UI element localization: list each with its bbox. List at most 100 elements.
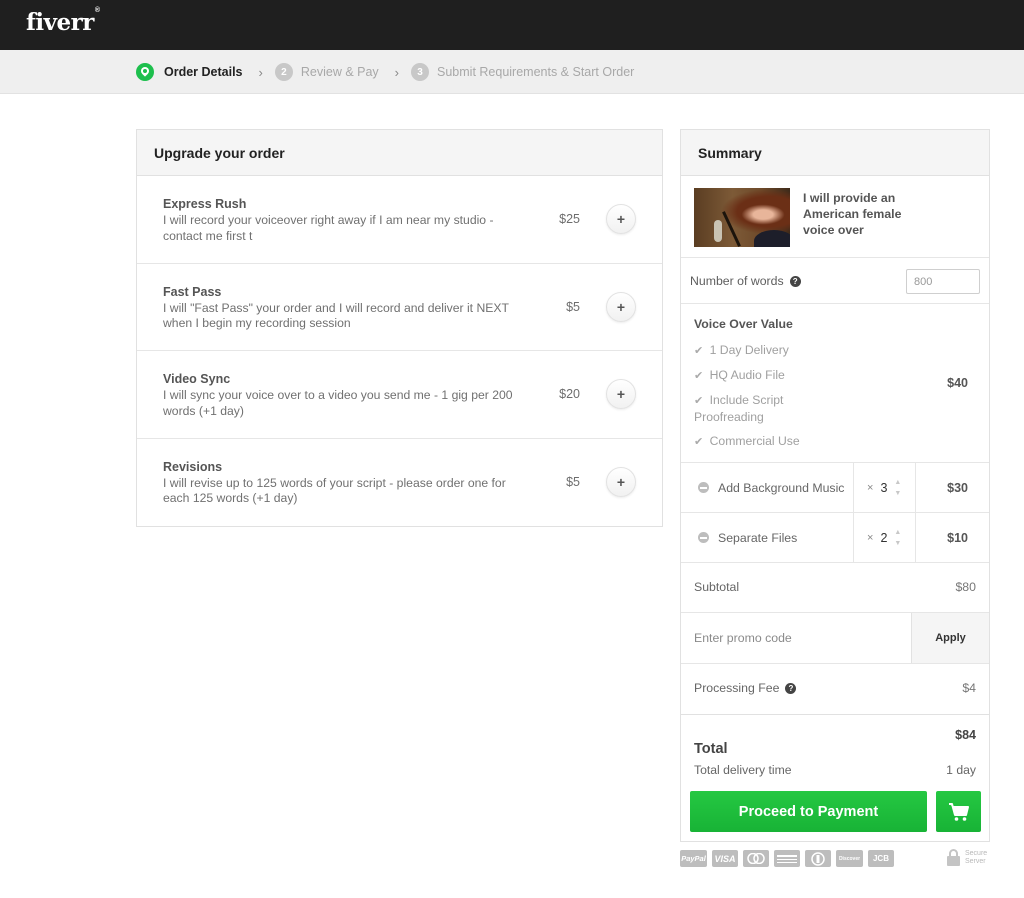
delivery-time-value: 1 day bbox=[946, 763, 976, 777]
chevron-down-icon[interactable]: ▼ bbox=[894, 538, 901, 549]
person-shape bbox=[754, 230, 790, 247]
cart-button[interactable] bbox=[936, 791, 981, 832]
checkout-steps-bar: Order Details › 2 Review & Pay › 3 Submi… bbox=[0, 50, 1024, 94]
mastercard-logo-icon bbox=[743, 850, 769, 867]
quantity-value: 2 bbox=[880, 530, 888, 545]
feature-text: 1 Day Delivery bbox=[709, 343, 789, 357]
extra-name-text: Separate Files bbox=[718, 530, 798, 545]
upgrade-item-title: Video Sync bbox=[163, 372, 231, 386]
diners-circle bbox=[811, 851, 825, 866]
paypal-logo-icon: PayPal bbox=[680, 850, 707, 867]
gig-info: I will provide an American female voice … bbox=[681, 176, 989, 258]
package-feature: ✔ Commercial Use bbox=[694, 433, 824, 450]
remove-extra-icon[interactable] bbox=[698, 482, 709, 493]
plus-icon: + bbox=[616, 473, 626, 490]
amex-logo-icon bbox=[774, 850, 800, 867]
secure-line1: Secure bbox=[965, 849, 988, 857]
feature-text: Include Script Proofreading bbox=[694, 393, 784, 424]
extra-name: Separate Files bbox=[681, 513, 854, 562]
package-price: $40 bbox=[947, 376, 968, 390]
package-title: Voice Over Value bbox=[694, 317, 793, 331]
secure-line2: Server bbox=[965, 857, 986, 865]
upgrade-item: Video Sync I will sync your voice over t… bbox=[137, 351, 662, 439]
subtotal-row: Subtotal $80 bbox=[681, 563, 989, 613]
feature-text: Commercial Use bbox=[709, 434, 800, 448]
remove-extra-icon[interactable] bbox=[698, 532, 709, 543]
chevron-down-icon[interactable]: ▼ bbox=[894, 488, 901, 499]
chevron-up-icon[interactable]: ▲ bbox=[894, 477, 901, 488]
quantity-stepper[interactable]: ▲ ▼ bbox=[894, 477, 901, 499]
quantity-value: 3 bbox=[880, 480, 888, 495]
upgrade-item-description: I will record your voiceover right away … bbox=[163, 213, 494, 243]
upgrade-item-description: I will "Fast Pass" your order and I will… bbox=[163, 300, 509, 331]
plus-icon: + bbox=[616, 211, 626, 227]
upgrade-item-description: I will sync your voice over to a video y… bbox=[163, 388, 513, 418]
summary-title: Summary bbox=[681, 130, 989, 176]
upgrade-item-title: Fast Pass bbox=[163, 284, 222, 299]
upgrade-item: Revisions I will revise up to 125 words … bbox=[137, 439, 662, 527]
add-upgrade-button[interactable]: + bbox=[606, 291, 636, 322]
quantity-stepper[interactable]: ▲ ▼ bbox=[894, 527, 901, 549]
package-section: Voice Over Value ✔ 1 Day Delivery ✔ HQ A… bbox=[681, 304, 989, 463]
number-of-words-label: Number of words ? bbox=[690, 274, 801, 288]
chevron-right-icon: › bbox=[394, 64, 400, 80]
mastercard-circles bbox=[747, 853, 765, 864]
check-icon: ✔ bbox=[694, 370, 704, 382]
step-order-details: Order Details bbox=[136, 63, 243, 81]
extra-price: $10 bbox=[947, 530, 968, 545]
mic-stand-shape bbox=[722, 211, 741, 247]
upgrade-item-price: $20 bbox=[559, 387, 580, 401]
number-of-words-input[interactable] bbox=[906, 269, 980, 294]
upgrade-item-price: $5 bbox=[566, 474, 580, 489]
amex-lines bbox=[777, 854, 797, 863]
total-label: Total bbox=[694, 741, 728, 757]
extra-row: Separate Files × 2 ▲ ▼ $10 bbox=[681, 513, 989, 563]
order-summary-panel: Summary I will provide an American femal… bbox=[680, 129, 990, 842]
check-icon: ✔ bbox=[694, 436, 704, 448]
step-label: Submit Requirements & Start Order bbox=[437, 65, 635, 79]
secure-server-badge: Secure Server bbox=[947, 849, 987, 866]
processing-fee-value: $4 bbox=[962, 681, 976, 695]
add-upgrade-button[interactable]: + bbox=[606, 379, 636, 409]
chevron-up-icon[interactable]: ▲ bbox=[894, 527, 901, 538]
upgrade-item: Express Rush I will record your voiceove… bbox=[137, 176, 662, 264]
gig-thumbnail[interactable] bbox=[694, 188, 790, 247]
step-review-pay: 2 Review & Pay bbox=[274, 63, 379, 81]
processing-fee-row: Processing Fee ? $4 bbox=[681, 664, 989, 715]
proceed-to-payment-button[interactable]: Proceed to Payment bbox=[690, 791, 927, 832]
package-feature: ✔ 1 Day Delivery bbox=[694, 342, 824, 359]
upgrade-item-price: $25 bbox=[559, 212, 580, 226]
delivery-time-label: Total delivery time bbox=[694, 763, 792, 777]
times-icon: × bbox=[867, 481, 874, 494]
promo-code-input[interactable] bbox=[681, 613, 911, 663]
help-icon[interactable]: ? bbox=[785, 682, 797, 694]
extra-quantity: × 2 ▲ ▼ bbox=[854, 513, 916, 562]
upgrade-item-title: Express Rush bbox=[163, 197, 247, 211]
diners-logo-icon bbox=[805, 850, 831, 867]
processing-fee-label: Processing Fee ? bbox=[694, 681, 797, 695]
extra-quantity: × 3 ▲ ▼ bbox=[854, 463, 916, 512]
gig-title[interactable]: I will provide an American female voice … bbox=[803, 190, 923, 238]
extra-row: Add Background Music × 3 ▲ ▼ $30 bbox=[681, 463, 989, 513]
secure-server-text: Secure Server bbox=[965, 850, 987, 866]
step-number-badge: 3 bbox=[411, 63, 430, 81]
location-pin-icon bbox=[136, 63, 154, 81]
upgrade-panel-title: Upgrade your order bbox=[137, 130, 662, 176]
help-icon[interactable]: ? bbox=[789, 275, 801, 287]
number-of-words-row: Number of words ? bbox=[681, 258, 989, 304]
extra-name-text: Add Background Music bbox=[718, 480, 845, 495]
plus-icon: + bbox=[616, 386, 626, 402]
fiverr-logo[interactable]: fiverr® bbox=[26, 7, 100, 36]
check-icon: ✔ bbox=[694, 345, 704, 357]
add-upgrade-button[interactable]: + bbox=[606, 466, 636, 497]
apply-promo-button[interactable]: Apply bbox=[911, 613, 989, 663]
jcb-logo-icon: JCB bbox=[868, 850, 894, 867]
checkout-steps: Order Details › 2 Review & Pay › 3 Submi… bbox=[136, 63, 634, 81]
visa-logo-icon: VISA bbox=[712, 850, 738, 867]
upgrade-item-description: I will revise up to 125 words of your sc… bbox=[163, 475, 506, 506]
total-value: $84 bbox=[955, 728, 976, 742]
times-icon: × bbox=[867, 531, 874, 544]
add-upgrade-button[interactable]: + bbox=[606, 204, 636, 234]
step-label: Review & Pay bbox=[300, 65, 379, 79]
step-submit-requirements: 3 Submit Requirements & Start Order bbox=[411, 63, 634, 81]
